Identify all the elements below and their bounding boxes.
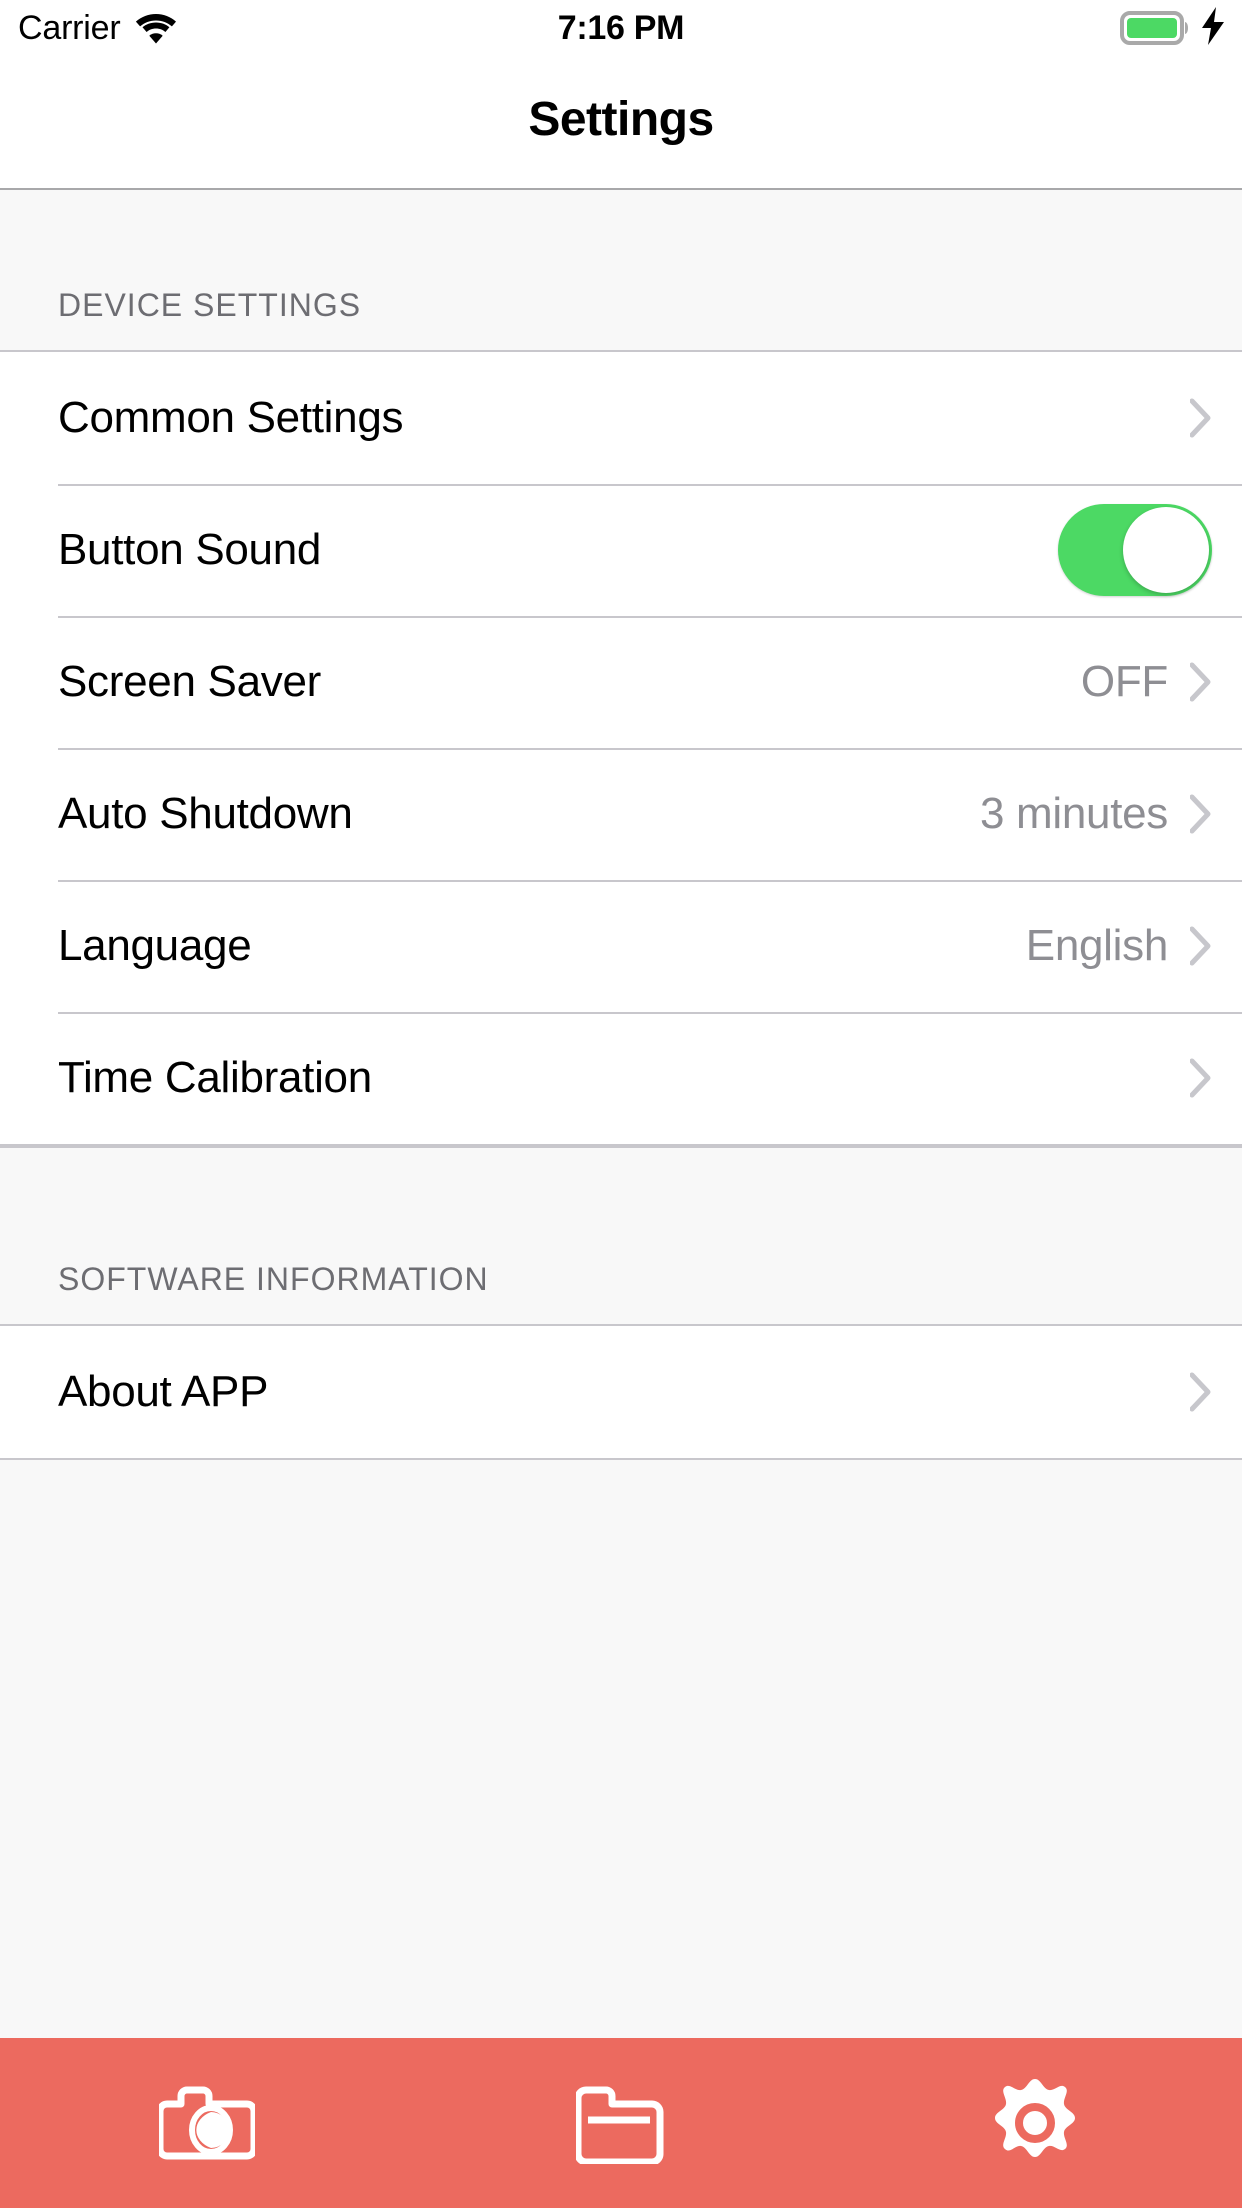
row-label: Language bbox=[58, 921, 252, 970]
chevron-right-icon bbox=[1190, 398, 1211, 438]
battery-full-icon bbox=[1120, 11, 1192, 45]
tab-settings[interactable] bbox=[828, 2038, 1242, 2208]
row-accessory: OFF bbox=[1081, 657, 1212, 707]
row-button-sound[interactable]: Button Sound bbox=[0, 484, 1242, 616]
lightning-bolt-icon bbox=[1200, 6, 1226, 50]
row-auto-shutdown[interactable]: Auto Shutdown 3 minutes bbox=[0, 748, 1242, 880]
row-accessory bbox=[1190, 398, 1212, 438]
row-label: Time Calibration bbox=[58, 1053, 372, 1102]
row-value: OFF bbox=[1080, 657, 1168, 706]
clock-label: 7:16 PM bbox=[557, 8, 685, 47]
row-value: 3 minutes bbox=[979, 789, 1168, 838]
row-screen-saver[interactable]: Screen Saver OFF bbox=[0, 616, 1242, 748]
chevron-right-icon bbox=[1190, 1372, 1211, 1412]
row-accessory: English bbox=[1026, 921, 1212, 971]
row-accessory bbox=[1190, 1372, 1212, 1412]
row-time-calibration[interactable]: Time Calibration bbox=[0, 1012, 1242, 1144]
row-label: Auto Shutdown bbox=[58, 789, 353, 838]
row-value: English bbox=[1025, 921, 1169, 970]
phone-screen: Carrier 7:16 PM Settings DEVICE SETTINGS… bbox=[0, 0, 1242, 2208]
group-divider bbox=[0, 1458, 1242, 1460]
tab-camera[interactable] bbox=[0, 2038, 414, 2208]
status-bar-center: 7:16 PM bbox=[0, 0, 1242, 56]
section-header-label: SOFTWARE INFORMATION bbox=[58, 1261, 489, 1297]
folder-icon bbox=[576, 2086, 664, 2164]
status-bar-right bbox=[1120, 0, 1226, 56]
section-header-device-settings: DEVICE SETTINGS bbox=[0, 192, 1242, 352]
row-accessory: 3 minutes bbox=[980, 789, 1212, 839]
row-accessory bbox=[1058, 504, 1212, 596]
chevron-right-icon bbox=[1190, 1058, 1211, 1098]
navigation-bar: Settings bbox=[0, 56, 1242, 190]
section-header-label: DEVICE SETTINGS bbox=[58, 287, 362, 323]
camera-icon bbox=[159, 2086, 255, 2160]
button-sound-toggle[interactable] bbox=[1058, 504, 1212, 596]
tab-bar[interactable] bbox=[0, 2038, 1242, 2208]
toggle-knob bbox=[1123, 507, 1209, 593]
row-about-app[interactable]: About APP bbox=[0, 1326, 1242, 1458]
row-label: Screen Saver bbox=[58, 657, 321, 706]
row-label: Common Settings bbox=[58, 393, 404, 442]
settings-group-device: Common Settings Button Sound Screen Save… bbox=[0, 352, 1242, 1144]
chevron-right-icon bbox=[1190, 794, 1211, 834]
tab-folder[interactable] bbox=[414, 2038, 828, 2208]
settings-group-software: About APP bbox=[0, 1326, 1242, 1458]
chevron-right-icon bbox=[1190, 662, 1211, 702]
section-header-software-information: SOFTWARE INFORMATION bbox=[0, 1146, 1242, 1326]
row-language[interactable]: Language English bbox=[0, 880, 1242, 1012]
status-bar: Carrier 7:16 PM bbox=[0, 0, 1242, 56]
gear-icon bbox=[995, 2079, 1075, 2157]
row-label: Button Sound bbox=[58, 525, 322, 574]
row-label: About APP bbox=[58, 1367, 269, 1416]
page-title: Settings bbox=[528, 92, 714, 146]
settings-table[interactable]: DEVICE SETTINGS Common Settings Button S… bbox=[0, 192, 1242, 2038]
row-accessory bbox=[1190, 1058, 1212, 1098]
chevron-right-icon bbox=[1190, 926, 1211, 966]
row-common-settings[interactable]: Common Settings bbox=[0, 352, 1242, 484]
